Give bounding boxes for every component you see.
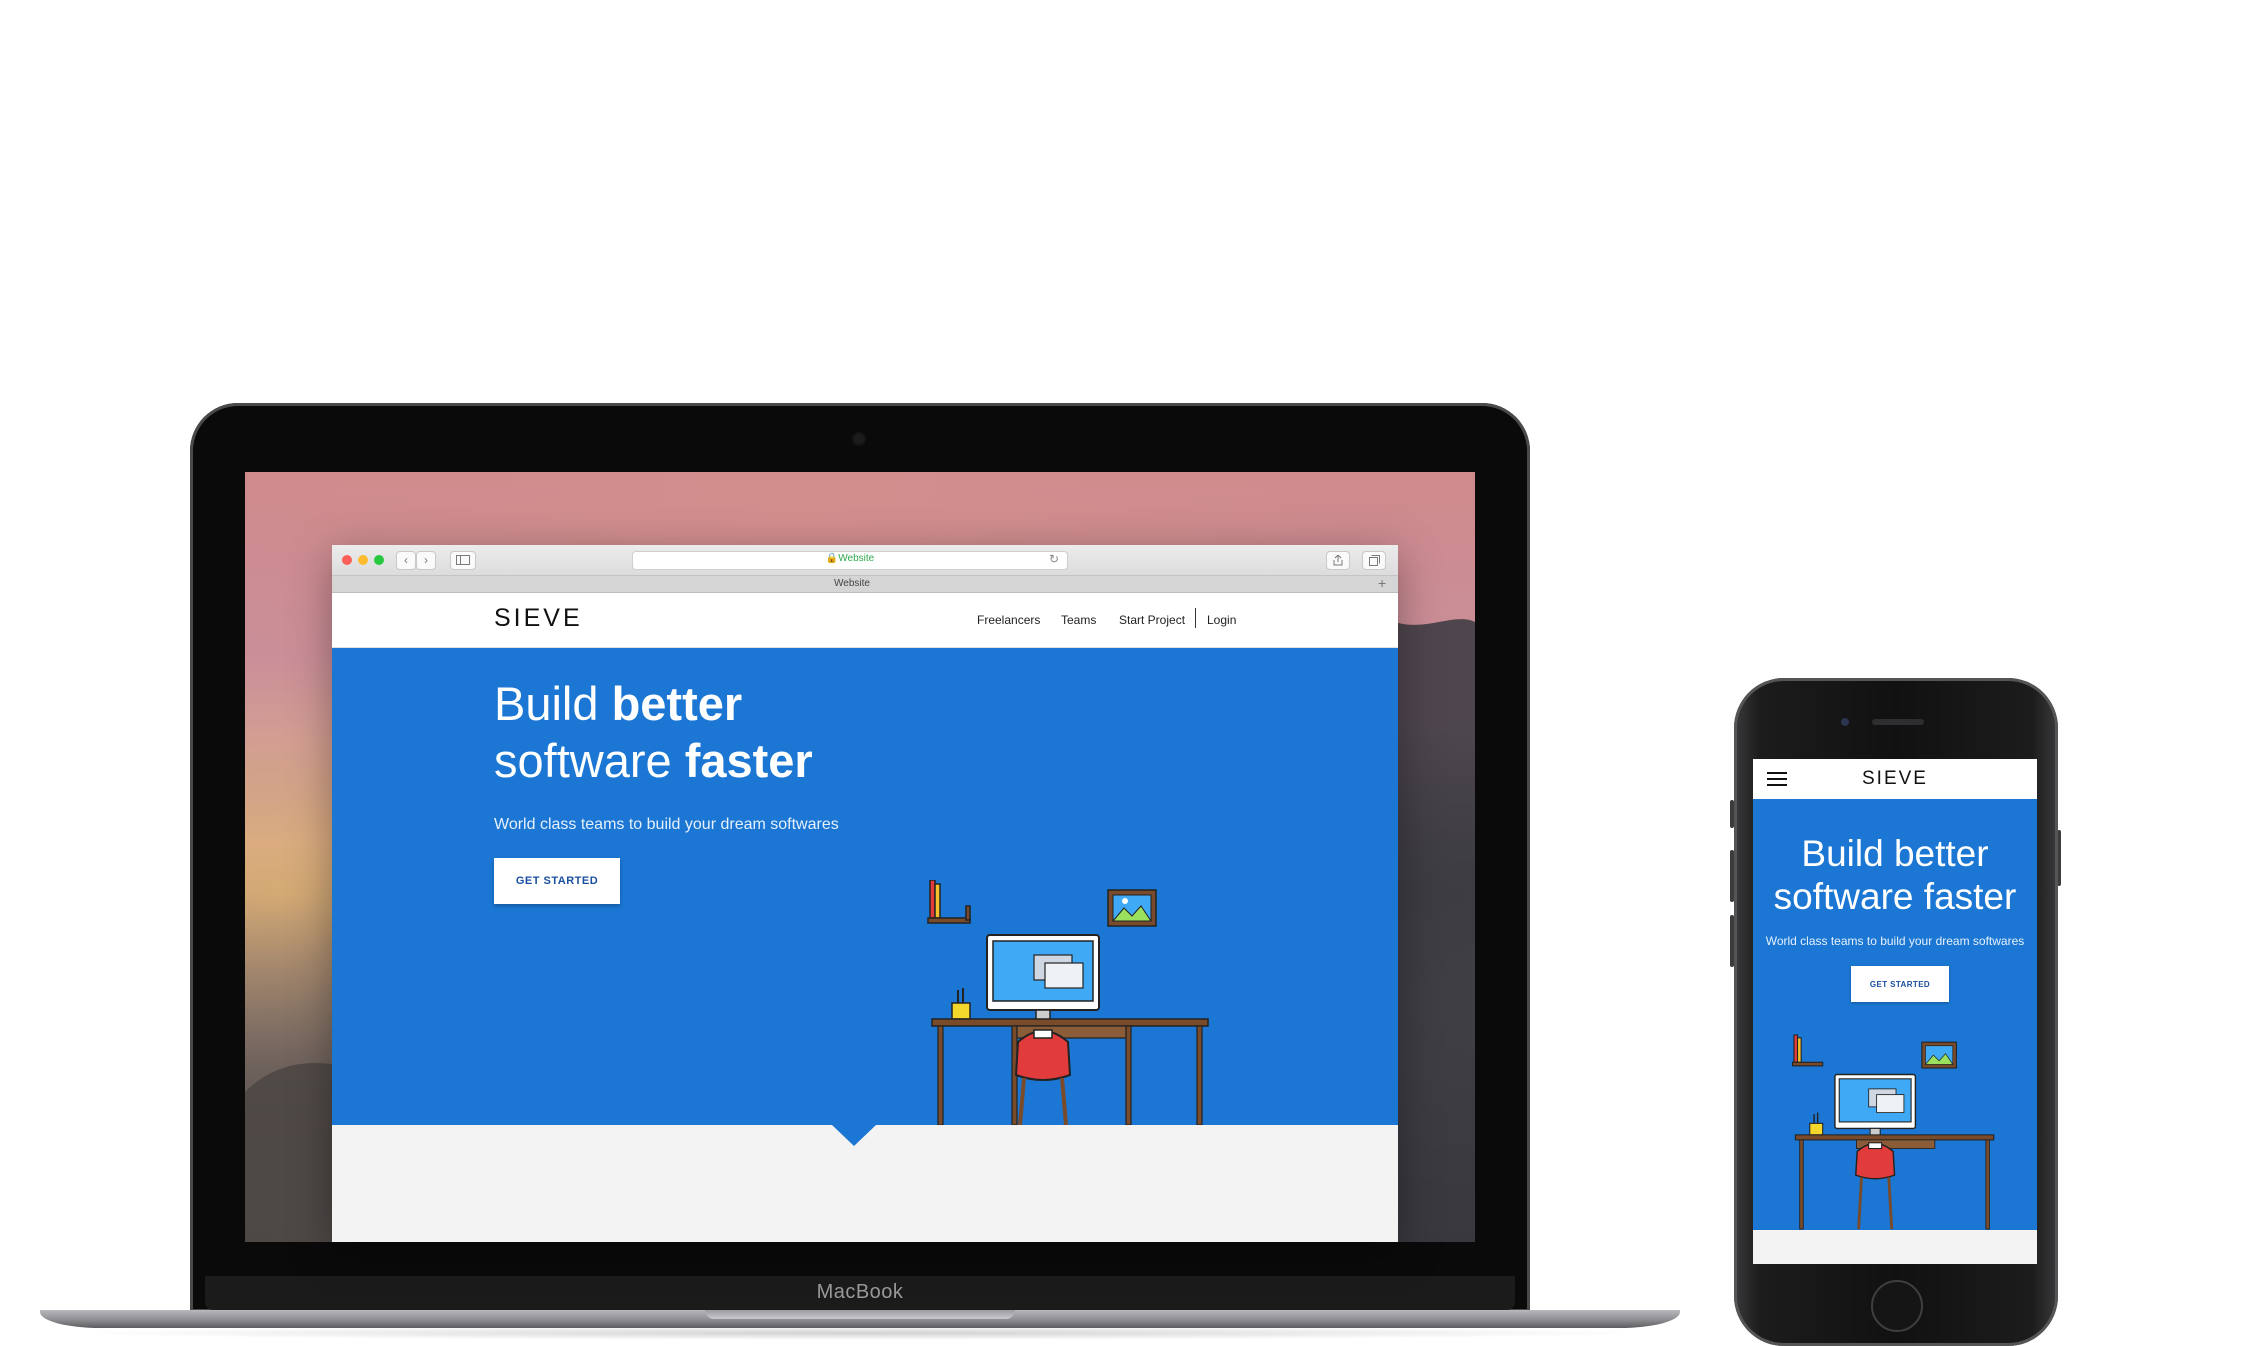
nav-divider xyxy=(1195,608,1196,628)
plus-icon[interactable]: + xyxy=(1378,575,1386,591)
phone-site-header: SIEVE xyxy=(1753,759,2037,799)
phone-camera xyxy=(1841,718,1849,726)
nav-link-teams[interactable]: Teams xyxy=(1061,613,1096,627)
window-maximize-button[interactable] xyxy=(374,555,384,565)
phone-hero-title-line2: software faster xyxy=(1773,876,2017,917)
hero-title: Build better software faster xyxy=(494,675,1014,789)
phone-site-logo[interactable]: SIEVE xyxy=(1753,768,2037,790)
chevron-left-icon[interactable]: ‹ xyxy=(396,551,416,570)
phone-hero-title: Build better software faster xyxy=(1753,832,2037,918)
address-bar[interactable]: 🔒Website ↻ xyxy=(632,551,1068,570)
hero-title-line1-light: Build xyxy=(494,677,612,730)
laptop-brand-label: MacBook xyxy=(816,1281,904,1303)
phone-content-section xyxy=(1753,1230,2037,1264)
laptop-shadow xyxy=(60,1326,1660,1340)
phone-hero-title-line1: Build better xyxy=(1801,833,1989,874)
site-header: SIEVE Freelancers Teams Start Project Lo… xyxy=(332,593,1398,648)
hero-title-line2-light: software xyxy=(494,734,685,787)
browser-tab-bar: Website + xyxy=(332,575,1398,593)
chevron-right-icon[interactable]: › xyxy=(416,551,436,570)
phone-hero-subtitle: World class teams to build your dream so… xyxy=(1765,934,2025,948)
address-text: 🔒Website xyxy=(825,553,875,564)
monitor-illustration xyxy=(986,934,1100,1025)
chair-illustration xyxy=(1014,1029,1072,1125)
browser-window: ‹ › 🔒Website ↻ Website + SIEVE Freelance… xyxy=(332,545,1398,1242)
window-close-button[interactable] xyxy=(342,555,352,565)
hero-title-line1-bold: better xyxy=(611,677,743,730)
picture-frame-illustration xyxy=(1107,889,1157,927)
section-arrow xyxy=(832,1125,876,1146)
phone-desk-illustration xyxy=(1791,1034,1995,1230)
desk-illustration xyxy=(927,880,1209,1125)
reload-icon[interactable]: ↻ xyxy=(1049,552,1059,566)
pencil-cup-illustration xyxy=(951,988,971,1020)
nav-link-freelancers[interactable]: Freelancers xyxy=(977,613,1040,627)
phone-screen: SIEVE Build better software faster World… xyxy=(1753,759,2037,1264)
browser-toolbar: ‹ › 🔒Website ↻ xyxy=(332,545,1398,576)
phone-get-started-button[interactable]: GET STARTED xyxy=(1851,966,1949,1002)
laptop-opening-notch xyxy=(705,1310,1015,1319)
nav-link-login[interactable]: Login xyxy=(1207,613,1236,627)
window-minimize-button[interactable] xyxy=(358,555,368,565)
phone-speaker xyxy=(1872,719,1924,725)
hero-title-line2-bold: faster xyxy=(684,734,813,787)
get-started-button[interactable]: GET STARTED xyxy=(494,858,620,904)
site-logo[interactable]: SIEVE xyxy=(494,604,583,633)
share-icon[interactable] xyxy=(1326,551,1350,570)
nav-link-start-project[interactable]: Start Project xyxy=(1119,613,1185,627)
hero-subtitle: World class teams to build your dream so… xyxy=(494,816,839,833)
phone-home-button[interactable] xyxy=(1871,1280,1923,1332)
sidebar-icon[interactable] xyxy=(450,551,476,570)
bookshelf-illustration xyxy=(927,880,971,924)
laptop-camera xyxy=(854,434,864,444)
tabs-icon[interactable] xyxy=(1362,551,1386,570)
browser-tab-title[interactable]: Website xyxy=(332,578,1372,589)
